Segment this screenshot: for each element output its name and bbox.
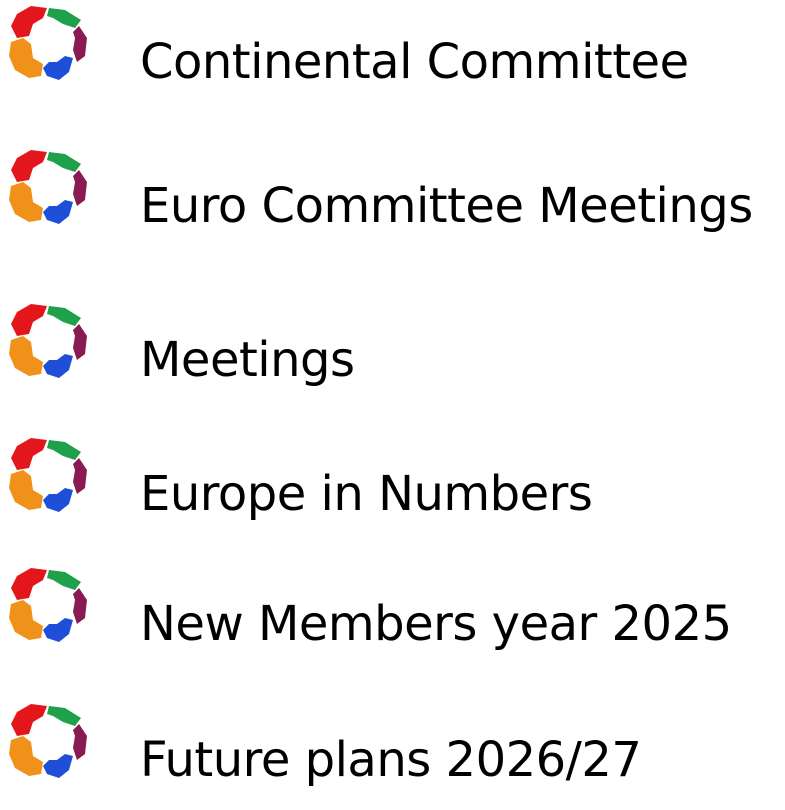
menu-item-label: New Members year 2025: [140, 596, 732, 652]
continental-ring-logo-icon: [3, 564, 91, 652]
continental-ring-logo-icon: [3, 300, 91, 388]
menu-item-continental-committee[interactable]: Continental Committee: [0, 2, 785, 112]
menu-item-label: Future plans 2026/27: [140, 732, 642, 788]
continental-ring-logo-icon: [3, 146, 91, 234]
continental-ring-logo-icon: [3, 2, 91, 90]
menu-item-meetings[interactable]: Meetings: [0, 300, 785, 410]
menu-item-future-plans[interactable]: Future plans 2026/27: [0, 700, 785, 810]
continental-ring-logo-icon: [3, 434, 91, 522]
menu-list: Continental Committee Euro Committee Mee…: [0, 0, 785, 801]
menu-item-label: Continental Committee: [140, 34, 689, 90]
menu-item-europe-in-numbers[interactable]: Europe in Numbers: [0, 434, 785, 544]
menu-item-euro-committee-meetings[interactable]: Euro Committee Meetings: [0, 146, 785, 256]
menu-item-label: Meetings: [140, 332, 355, 388]
menu-item-label: Euro Committee Meetings: [140, 178, 753, 234]
menu-item-new-members-2025[interactable]: New Members year 2025: [0, 564, 785, 674]
continental-ring-logo-icon: [3, 700, 91, 788]
menu-item-label: Europe in Numbers: [140, 466, 593, 522]
